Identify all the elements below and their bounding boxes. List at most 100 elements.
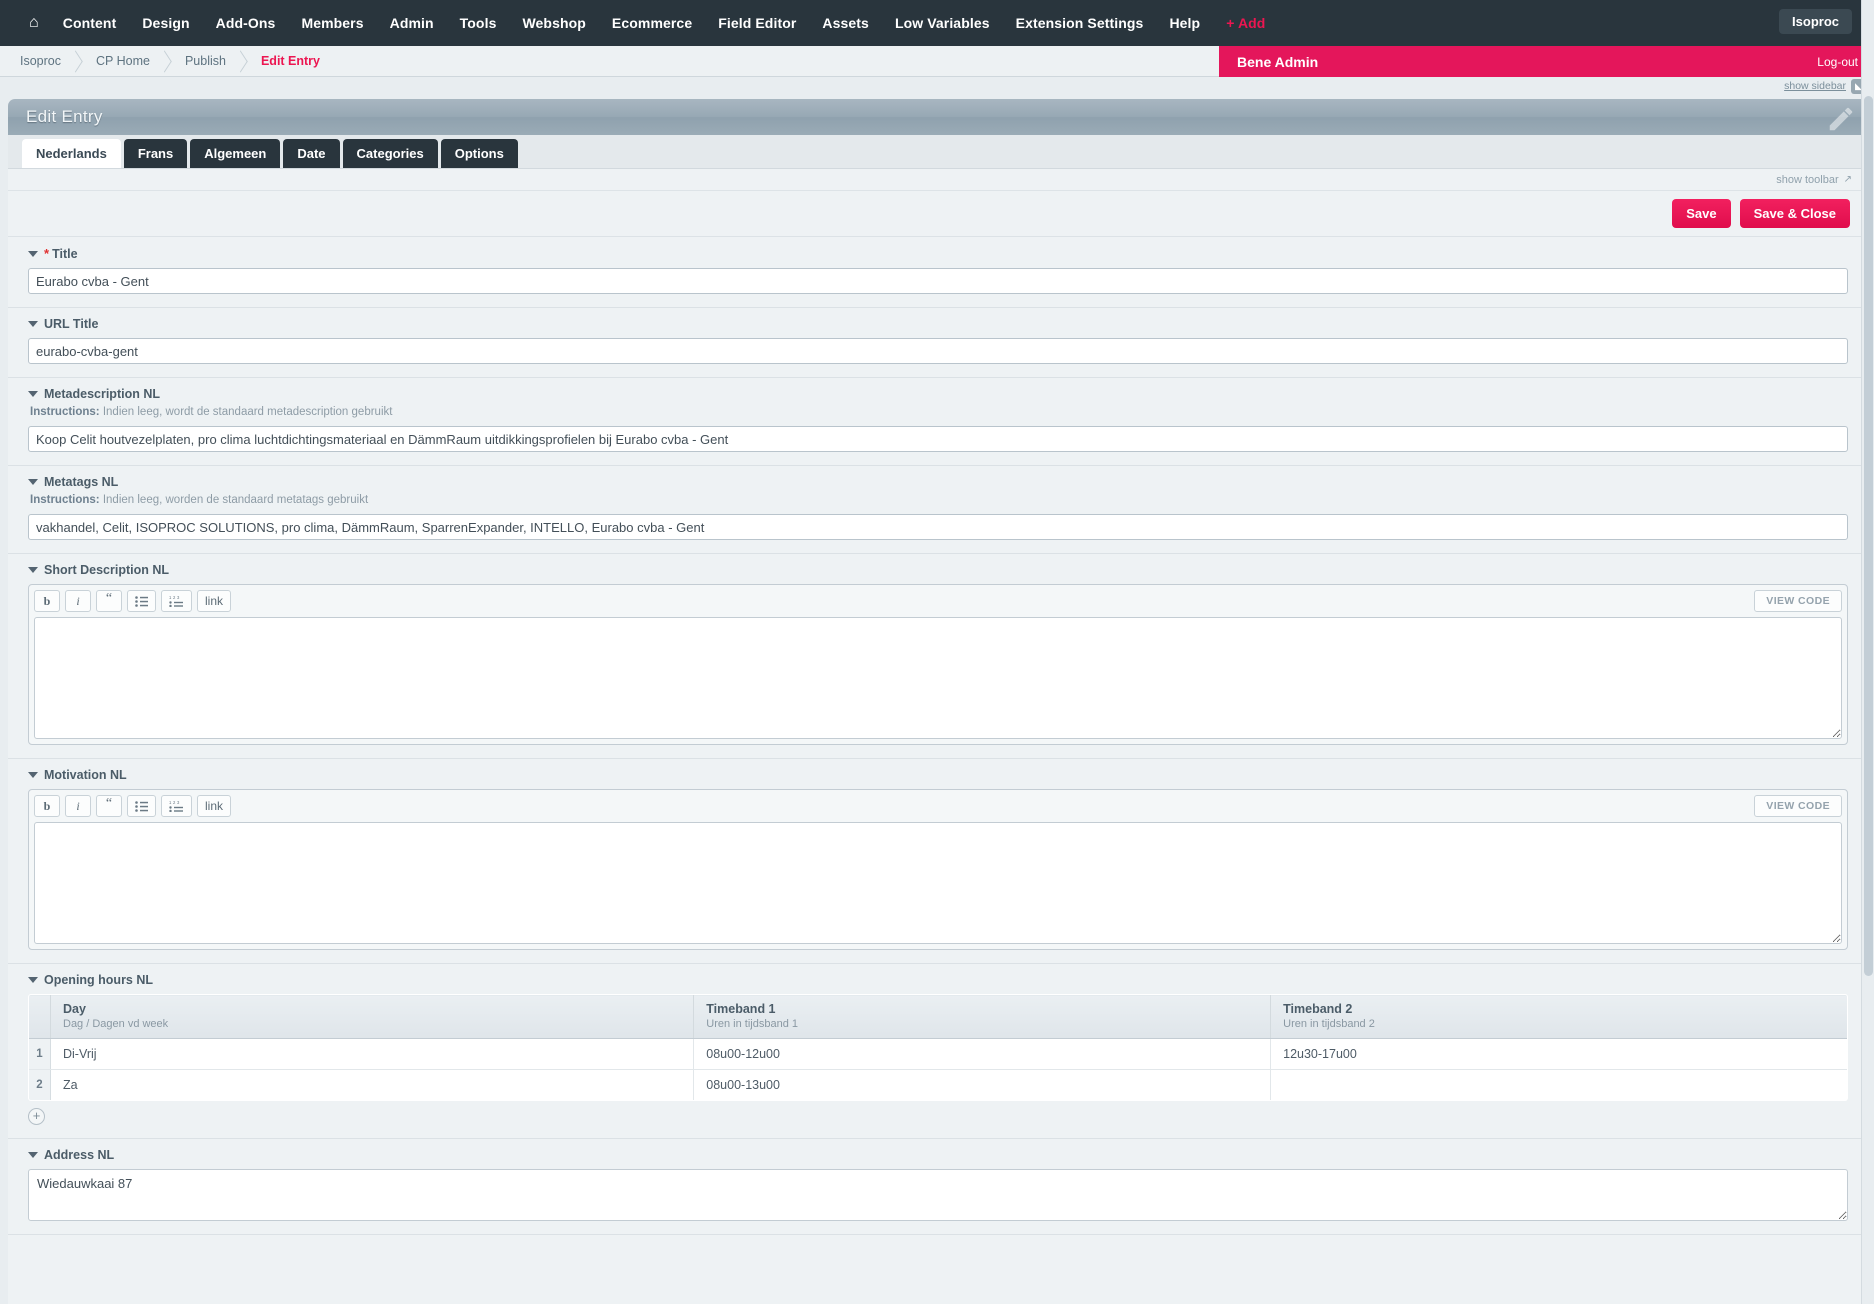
breadcrumb-item-isoproc[interactable]: Isoproc [14, 54, 67, 68]
field-label-text: Opening hours NL [44, 973, 154, 987]
cell-timeband-1[interactable]: 08u00-13u00 [693, 1069, 1272, 1100]
svg-text:3: 3 [177, 800, 180, 805]
tab-algemeen[interactable]: Algemeen [190, 139, 281, 168]
save-button[interactable]: Save [1672, 199, 1731, 228]
site-selector-badge[interactable]: Isoproc [1779, 9, 1852, 34]
blockquote-button[interactable]: “ [96, 590, 122, 612]
row-number: 1 [29, 1038, 51, 1070]
field-opening-hours: Opening hours NL Day Dag / Dagen vd week… [8, 964, 1868, 1139]
tab-options[interactable]: Options [440, 139, 518, 168]
show-sidebar-link[interactable]: show sidebar [1784, 80, 1846, 92]
cell-day[interactable]: Di-Vrij [50, 1038, 695, 1070]
collapse-caret-icon[interactable] [28, 321, 38, 327]
column-title: Timeband 1 [706, 1002, 776, 1016]
rich-text-editor-short-description: b i “ 123 link VIEW CODE [28, 584, 1848, 745]
title-input[interactable] [28, 268, 1848, 294]
collapse-caret-icon[interactable] [28, 977, 38, 983]
numbered-list-icon[interactable]: 123 [161, 795, 192, 817]
field-label-text: URL Title [44, 317, 99, 331]
save-and-close-button[interactable]: Save & Close [1739, 199, 1850, 228]
nav-item-field-editor[interactable]: Field Editor [705, 8, 809, 38]
column-header-day: Day Dag / Dagen vd week [50, 995, 695, 1039]
show-toolbar-row: show toolbar ↗ [8, 169, 1868, 191]
short-description-textarea[interactable] [34, 617, 1842, 739]
collapse-caret-icon[interactable] [28, 567, 38, 573]
bold-button[interactable]: b [34, 590, 60, 612]
table-row[interactable]: 1 Di-Vrij 08u00-12u00 12u30-17u00 [29, 1038, 1847, 1070]
field-label-text: Metatags NL [44, 475, 119, 489]
breadcrumb: Isoproc CP Home Publish Edit Entry [0, 49, 326, 73]
address-textarea[interactable] [28, 1169, 1848, 1221]
breadcrumb-bar: Isoproc CP Home Publish Edit Entry Bene … [0, 46, 1874, 77]
breadcrumb-item-cp-home[interactable]: CP Home [90, 54, 156, 68]
nav-item-webshop[interactable]: Webshop [509, 8, 598, 38]
collapse-caret-icon[interactable] [28, 479, 38, 485]
nav-item-design[interactable]: Design [129, 8, 202, 38]
nav-item-members[interactable]: Members [288, 8, 376, 38]
view-code-button[interactable]: VIEW CODE [1754, 590, 1842, 612]
field-motivation: Motivation NL b i “ 123 link VIEW CODE [8, 759, 1868, 964]
cell-timeband-1[interactable]: 08u00-12u00 [693, 1038, 1272, 1070]
cell-timeband-2[interactable] [1271, 1070, 1847, 1101]
column-title: Day [63, 1002, 86, 1016]
column-header-timeband-2: Timeband 2 Uren in tijdsband 2 [1270, 995, 1847, 1039]
cell-day[interactable]: Za [50, 1069, 695, 1100]
admin-user-bar: Bene Admin Log-out [1219, 46, 1874, 77]
link-button[interactable]: link [197, 795, 232, 817]
tab-nederlands[interactable]: Nederlands [22, 139, 121, 168]
link-button[interactable]: link [197, 590, 232, 612]
numbered-list-icon[interactable]: 123 [161, 590, 192, 612]
bullet-list-icon[interactable] [127, 795, 156, 817]
home-icon[interactable]: ⌂ [18, 8, 50, 38]
tab-date[interactable]: Date [283, 139, 340, 168]
metatags-input[interactable] [28, 514, 1848, 540]
svg-text:2: 2 [173, 595, 176, 600]
page-scrollbar-thumb[interactable] [1864, 96, 1873, 976]
show-toolbar-link[interactable]: show toolbar [1776, 174, 1838, 186]
collapse-caret-icon[interactable] [28, 1152, 38, 1158]
nav-item-help[interactable]: Help [1156, 8, 1213, 38]
field-label-text: Short Description NL [44, 563, 170, 577]
svg-text:1: 1 [169, 800, 172, 805]
collapse-caret-icon[interactable] [28, 391, 38, 397]
field-label-text: Motivation NL [44, 768, 127, 782]
table-row[interactable]: 2 Za 08u00-13u00 [29, 1069, 1847, 1101]
field-label-motivation: Motivation NL [28, 768, 1848, 782]
plus-circle-icon[interactable]: + [28, 1108, 45, 1125]
blockquote-button[interactable]: “ [96, 795, 122, 817]
cell-timeband-2[interactable]: 12u30-17u00 [1270, 1038, 1847, 1070]
breadcrumb-item-publish[interactable]: Publish [179, 54, 232, 68]
page-scrollbar[interactable] [1861, 0, 1874, 1304]
bold-button[interactable]: b [34, 795, 60, 817]
pencil-icon [1829, 107, 1853, 131]
nav-item-tools[interactable]: Tools [447, 8, 510, 38]
page-title: Edit Entry [26, 107, 103, 126]
nav-item-add-ons[interactable]: Add-Ons [203, 8, 289, 38]
expand-arrow-icon[interactable]: ↗ [1844, 174, 1852, 185]
metadescription-input[interactable] [28, 426, 1848, 452]
italic-button[interactable]: i [65, 795, 91, 817]
bullet-list-icon[interactable] [127, 590, 156, 612]
collapse-caret-icon[interactable] [28, 772, 38, 778]
table-header-row: Day Dag / Dagen vd week Timeband 1 Uren … [29, 995, 1847, 1039]
svg-text:2: 2 [173, 800, 176, 805]
field-label-url-title: URL Title [28, 317, 1848, 331]
tab-frans[interactable]: Frans [123, 139, 188, 168]
nav-item-content[interactable]: Content [50, 8, 130, 38]
nav-item-admin[interactable]: Admin [377, 8, 447, 38]
add-button[interactable]: + Add [1213, 8, 1278, 38]
svg-text:3: 3 [177, 595, 180, 600]
tab-categories[interactable]: Categories [342, 139, 438, 168]
nav-item-extension-settings[interactable]: Extension Settings [1003, 8, 1157, 38]
collapse-caret-icon[interactable] [28, 250, 38, 257]
field-label-title: * Title [28, 246, 1848, 261]
nav-item-ecommerce[interactable]: Ecommerce [599, 8, 705, 38]
italic-button[interactable]: i [65, 590, 91, 612]
url-title-input[interactable] [28, 338, 1848, 364]
nav-item-low-variables[interactable]: Low Variables [882, 8, 1003, 38]
logout-link[interactable]: Log-out [1817, 55, 1858, 69]
view-code-button[interactable]: VIEW CODE [1754, 795, 1842, 817]
motivation-textarea[interactable] [34, 822, 1842, 944]
field-label-text: Metadescription NL [44, 387, 160, 401]
nav-item-assets[interactable]: Assets [809, 8, 882, 38]
